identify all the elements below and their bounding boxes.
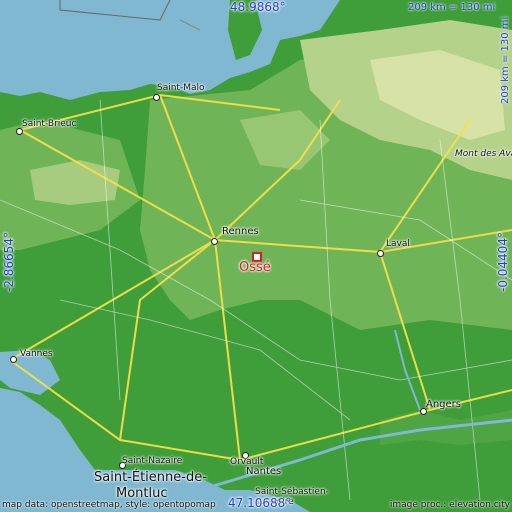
city-label-vannes: Vannes xyxy=(20,349,53,359)
city-label-angers: Angers xyxy=(426,399,461,410)
place-label: Ossé xyxy=(239,260,271,275)
city-label-rennes: Rennes xyxy=(222,226,259,237)
city-label-saint-etienne-line1: Saint-Étienne-de- xyxy=(94,470,207,485)
city-label-saint-etienne-line2: Montluc xyxy=(116,486,168,501)
city-label-laval: Laval xyxy=(386,239,410,249)
map-view[interactable]: Saint-Malo Saint-Brieuc Rennes Laval Mon… xyxy=(0,0,512,512)
coord-bottom-lat: 47.10688° xyxy=(228,496,292,510)
coord-right-lon: -0.04404° xyxy=(496,232,510,292)
city-dot-vannes xyxy=(10,356,17,363)
city-dot-laval xyxy=(377,250,384,257)
city-dot-rennes xyxy=(211,238,218,245)
city-dot-saint-malo xyxy=(153,94,160,101)
coord-left-lon: -2.86654° xyxy=(2,232,16,292)
city-label-mont-des-avaloirs: Mont des Ava xyxy=(455,149,512,159)
city-label-saint-nazaire: Saint-Nazaire xyxy=(122,456,183,466)
scale-label-right: 209 km = 130 mi xyxy=(500,16,511,104)
city-label-saint-brieuc: Saint-Brieuc xyxy=(22,119,77,129)
city-label-nantes: Nantes xyxy=(246,466,282,477)
attribution-left: map data: openstreetmap, style: opentopo… xyxy=(2,500,216,510)
city-label-saint-malo: Saint-Malo xyxy=(157,83,205,93)
scale-label-top: 209 km = 130 mi xyxy=(408,2,496,13)
attribution-right: image proc.: elevation.city xyxy=(389,500,510,510)
coord-top-lat: 48.9868° xyxy=(230,0,286,14)
city-dot-saint-brieuc xyxy=(16,128,23,135)
